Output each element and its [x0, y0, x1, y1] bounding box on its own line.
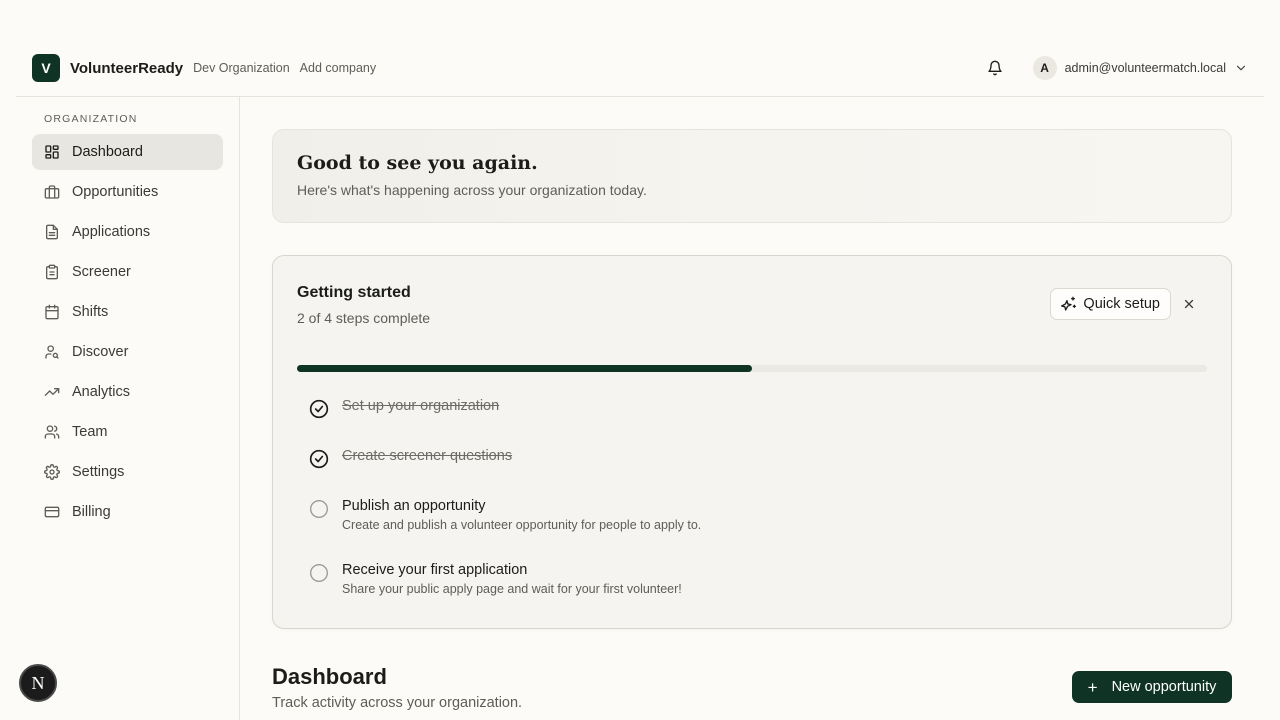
sidebar-item-label: Applications: [72, 224, 151, 240]
close-icon: [1184, 299, 1194, 309]
user-search-icon: [44, 344, 60, 360]
notifications-button[interactable]: [979, 52, 1011, 84]
sidebar-item-team[interactable]: Team: [32, 414, 223, 450]
sidebar-item-label: Screener: [72, 264, 131, 280]
sidebar-item-analytics[interactable]: Analytics: [32, 374, 223, 410]
sidebar-item-label: Opportunities: [72, 184, 159, 200]
sidebar-item-applications[interactable]: Applications: [32, 214, 223, 250]
brand-logo[interactable]: V: [32, 54, 60, 82]
sidebar-item-label: Analytics: [72, 384, 131, 400]
welcome-title: Good to see you again.: [297, 152, 538, 174]
check-circle-icon: [309, 399, 329, 419]
trending-up-icon: [44, 384, 60, 400]
empty-circle-icon: [309, 563, 329, 583]
new-opportunity-label: New opportunity: [1111, 679, 1217, 695]
step-description: Create and publish a volunteer opportuni…: [342, 518, 702, 532]
clipboard-icon: [44, 264, 60, 280]
sidebar-item-shifts[interactable]: Shifts: [32, 294, 223, 330]
step-title: Publish an opportunity: [342, 498, 486, 514]
user-menu[interactable]: A admin@volunteermatch.local: [1032, 56, 1248, 80]
document-icon: [44, 224, 60, 240]
sidebar-item-label: Settings: [72, 464, 125, 480]
users-icon: [44, 424, 60, 440]
sidebar-item-opportunities[interactable]: Opportunities: [32, 174, 223, 210]
step-receive-first-application[interactable]: Receive your first application Share you…: [309, 562, 1189, 596]
add-company-link[interactable]: Add company: [300, 61, 376, 75]
avatar: A: [1032, 56, 1057, 80]
step-title: Create screener questions: [342, 448, 513, 464]
step-description: Share your public apply page and wait fo…: [342, 582, 682, 596]
quick-setup-button[interactable]: Quick setup: [1050, 288, 1171, 320]
sparkles-icon: [1061, 296, 1077, 312]
dashboard-grid-icon: [44, 144, 60, 160]
sidebar-heading: ORGANIZATION: [44, 113, 138, 125]
sidebar: ORGANIZATION Dashboard Opportunities App…: [0, 97, 240, 720]
plus-icon: +: [1087, 677, 1098, 697]
sidebar-item-label: Billing: [72, 504, 111, 520]
user-email: admin@volunteermatch.local: [1064, 61, 1226, 75]
gear-icon: [44, 464, 60, 480]
sidebar-item-label: Discover: [72, 344, 129, 360]
dev-tools-badge[interactable]: N: [19, 664, 57, 702]
welcome-subtitle: Here's what's happening across your orga…: [297, 182, 647, 198]
getting-started-card: Getting started 2 of 4 steps complete Qu…: [272, 255, 1232, 629]
sidebar-item-billing[interactable]: Billing: [32, 494, 223, 530]
sidebar-item-settings[interactable]: Settings: [32, 454, 223, 490]
sidebar-item-discover[interactable]: Discover: [32, 334, 223, 370]
bell-icon: [987, 60, 1002, 76]
sidebar-item-label: Shifts: [72, 304, 109, 320]
sidebar-item-label: Team: [72, 424, 108, 440]
sidebar-item-dashboard[interactable]: Dashboard: [32, 134, 223, 170]
step-title: Set up your organization: [342, 398, 500, 414]
page-title: Dashboard: [272, 664, 387, 689]
welcome-banner: Good to see you again. Here's what's hap…: [272, 129, 1232, 223]
credit-card-icon: [44, 504, 60, 520]
progress-bar-fill: [297, 365, 752, 372]
calendar-icon: [44, 304, 60, 320]
organization-name: Dev Organization: [193, 61, 290, 75]
sidebar-item-screener[interactable]: Screener: [32, 254, 223, 290]
chevron-down-icon: [1234, 61, 1248, 75]
step-title: Receive your first application: [342, 562, 528, 578]
progress-bar: [297, 365, 1207, 372]
step-publish-opportunity[interactable]: Publish an opportunity Create and publis…: [309, 498, 1189, 532]
top-header: V VolunteerReady Dev Organization Add co…: [16, 40, 1264, 97]
check-circle-icon: [309, 449, 329, 469]
briefcase-icon: [44, 184, 60, 200]
empty-circle-icon: [309, 499, 329, 519]
new-opportunity-button[interactable]: + New opportunity: [1072, 671, 1232, 703]
page-subtitle: Track activity across your organization.: [272, 695, 523, 711]
header-actions: A admin@volunteermatch.local: [979, 52, 1248, 84]
dismiss-button[interactable]: [1179, 294, 1199, 314]
sidebar-item-label: Dashboard: [72, 144, 143, 160]
brand-name[interactable]: VolunteerReady: [70, 60, 183, 77]
step-create-screener-questions[interactable]: Create screener questions: [309, 448, 1189, 469]
step-set-up-organization[interactable]: Set up your organization: [309, 398, 1189, 419]
quick-setup-label: Quick setup: [1083, 296, 1160, 312]
